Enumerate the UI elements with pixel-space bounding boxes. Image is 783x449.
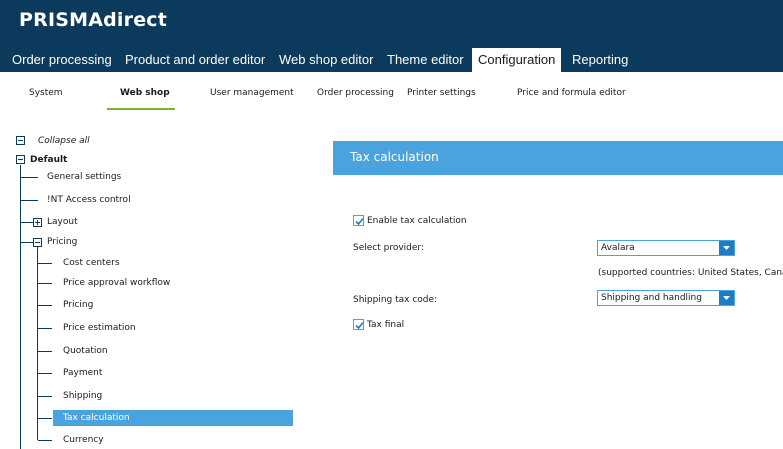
tree-line [38,305,52,306]
tab-reporting[interactable]: Reporting [566,48,634,72]
checkmark-icon [355,321,364,330]
subnav-order-processing[interactable]: Order processing [317,88,394,98]
shipping-tax-code-select[interactable]: Shipping and handling [597,290,735,306]
tree-item-layout[interactable]: Layout [47,214,78,230]
panel-header: Tax calculation [333,141,783,175]
tree-item-default[interactable]: Default [30,152,67,168]
tree-line [20,165,21,449]
tree-item-payment[interactable]: Payment [63,365,102,381]
subnav-price-and-formula-editor[interactable]: Price and formula editor [517,88,626,98]
tree-item-quotation[interactable]: Quotation [63,343,108,359]
subnav-web-shop[interactable]: Web shop [120,88,170,98]
sub-nav: System Web shop User management Order pr… [0,72,783,114]
collapse-all-icon[interactable] [16,136,25,145]
active-tab-underline [107,108,175,110]
default-collapse-icon[interactable] [16,155,25,164]
collapse-all-link[interactable]: Collapse all [38,133,90,149]
main-nav: Order processing Product and order edito… [0,48,783,72]
tax-final-label: Tax final [367,320,405,330]
tree-line [38,283,52,284]
tree-item-general-settings[interactable]: General settings [47,169,121,185]
tree-line [37,247,38,440]
tree-line [38,351,52,352]
layout-expand-icon[interactable] [33,218,42,227]
tree-line [38,440,52,441]
provider-value: Avalara [601,243,635,253]
pricing-collapse-icon[interactable] [33,238,42,247]
tree-line [38,263,52,264]
tax-final-checkbox[interactable] [353,319,364,330]
tree-line [38,373,52,374]
tree-line [21,222,33,223]
chevron-down-icon[interactable] [719,291,734,305]
tab-configuration[interactable]: Configuration [472,48,562,72]
tree-item-currency[interactable]: Currency [63,432,104,448]
tab-product-and-order-editor[interactable]: Product and order editor [119,48,271,72]
enable-tax-label: Enable tax calculation [367,216,467,226]
tree-item-pricing[interactable]: Pricing [63,297,93,313]
chevron-down-icon[interactable] [719,241,734,255]
settings-tree: Collapse all Default General settings !N… [0,120,300,449]
tree-item-shipping[interactable]: Shipping [63,388,102,404]
tree-line [21,242,33,243]
shipping-tax-code-label: Shipping tax code: [353,295,438,305]
tree-line [21,200,38,201]
tree-item-pricing-group[interactable]: Pricing [47,234,77,250]
tree-line [38,328,52,329]
subnav-printer-settings[interactable]: Printer settings [407,88,476,98]
provider-label: Select provider: [353,243,424,253]
tab-order-processing[interactable]: Order processing [6,48,118,72]
subnav-user-management[interactable]: User management [210,88,294,98]
provider-note: (supported countries: United States, Can… [598,268,783,278]
app-logo: PRISMAdirect [19,9,168,31]
tree-line [38,418,52,419]
tree-item-cost-centers[interactable]: Cost centers [63,255,120,271]
top-bar: PRISMAdirect Order processing Product an… [0,0,783,72]
tree-line [38,396,52,397]
tree-line [21,177,38,178]
tab-web-shop-editor[interactable]: Web shop editor [273,48,379,72]
subnav-system[interactable]: System [29,88,63,98]
tree-item-price-approval-workflow[interactable]: Price approval workflow [63,275,170,291]
enable-tax-checkbox[interactable] [353,215,364,226]
provider-select[interactable]: Avalara [597,240,735,256]
tree-item-price-estimation[interactable]: Price estimation [63,320,136,336]
tree-item-int-access-control[interactable]: !NT Access control [47,192,131,208]
tab-theme-editor[interactable]: Theme editor [381,48,470,72]
tree-item-tax-calculation[interactable]: Tax calculation [53,410,293,426]
panel-title: Tax calculation [350,150,439,164]
shipping-tax-code-value: Shipping and handling [601,293,702,303]
checkmark-icon [355,217,364,226]
